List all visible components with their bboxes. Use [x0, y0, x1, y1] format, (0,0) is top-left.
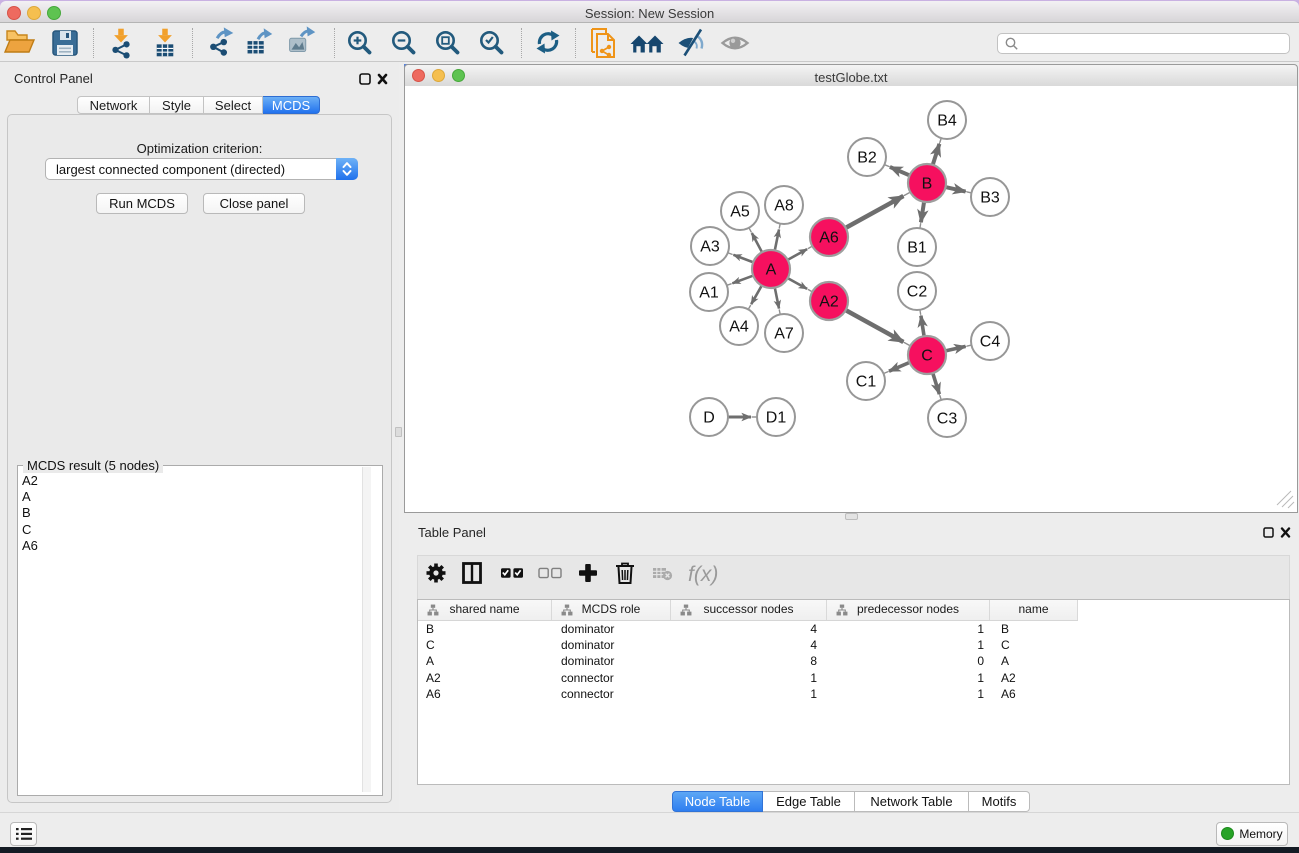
- svg-text:f(x): f(x): [688, 563, 718, 586]
- svg-text:A5: A5: [730, 204, 750, 221]
- svg-text:B2: B2: [857, 150, 877, 167]
- svg-text:A3: A3: [700, 239, 720, 256]
- svg-text:D1: D1: [766, 410, 787, 427]
- svg-text:A2: A2: [819, 294, 839, 311]
- svg-text:A4: A4: [729, 319, 749, 336]
- svg-text:B: B: [922, 176, 933, 193]
- svg-text:A7: A7: [774, 326, 794, 343]
- svg-text:C: C: [921, 348, 933, 365]
- svg-text:C3: C3: [937, 411, 958, 428]
- svg-text:A1: A1: [699, 285, 719, 302]
- svg-text:B4: B4: [937, 113, 957, 130]
- svg-text:C1: C1: [856, 374, 877, 391]
- svg-text:B3: B3: [980, 190, 1000, 207]
- svg-text:C2: C2: [907, 284, 928, 301]
- svg-text:D: D: [703, 410, 715, 427]
- svg-text:A: A: [766, 262, 777, 279]
- svg-text:A6: A6: [819, 230, 839, 247]
- svg-text:B1: B1: [907, 240, 927, 257]
- svg-text:A8: A8: [774, 198, 794, 215]
- svg-text:C4: C4: [980, 334, 1001, 351]
